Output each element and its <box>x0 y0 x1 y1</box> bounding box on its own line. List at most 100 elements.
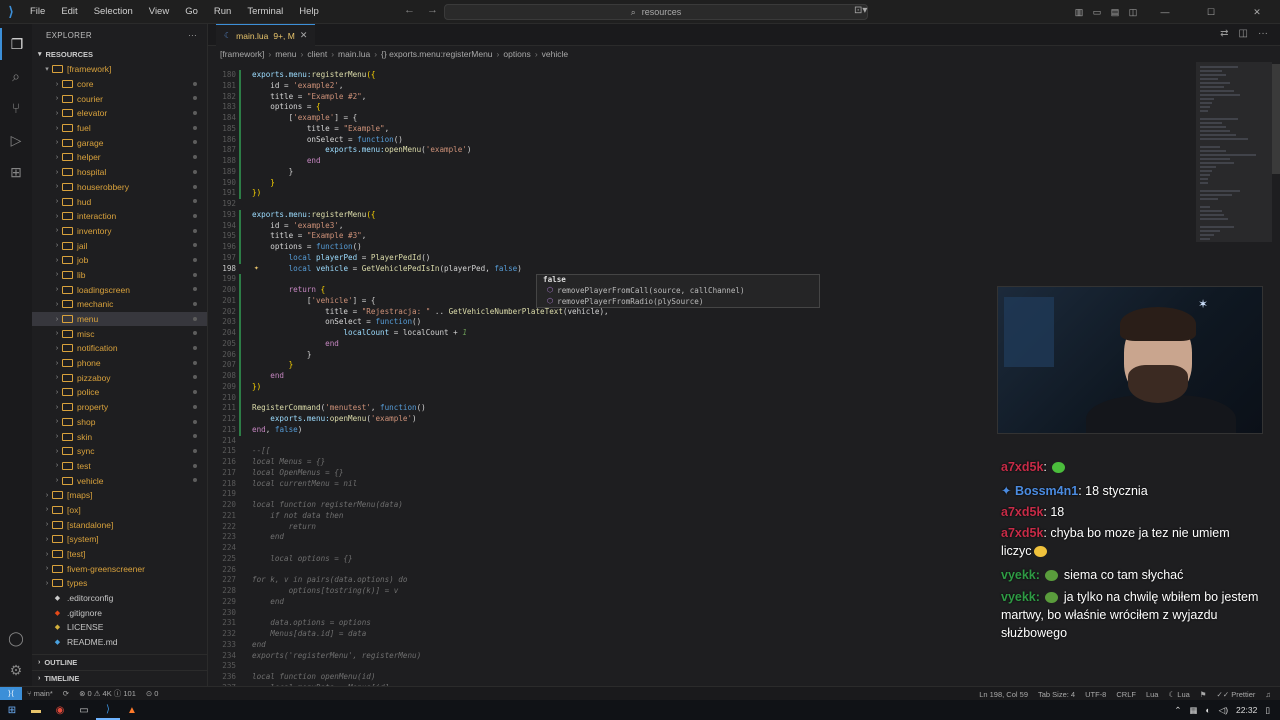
terminal-icon[interactable]: ▭ <box>72 700 96 720</box>
code-line[interactable]: }) <box>252 382 261 391</box>
suggest-item[interactable]: ⬡ removePlayerFromCall(source, callChann… <box>537 285 819 296</box>
code-line[interactable]: end <box>252 339 339 348</box>
copilot-icon[interactable]: ⊡▾ <box>854 5 874 19</box>
chat-username[interactable]: a7xd5k <box>1001 460 1043 474</box>
code-line[interactable]: return { <box>252 285 326 294</box>
run-debug-icon[interactable]: ▷ <box>0 124 32 156</box>
tree-folder[interactable]: › property <box>32 400 207 415</box>
back-arrow-icon[interactable]: ← <box>404 4 415 16</box>
chevron-up-icon[interactable]: ⌃ <box>1174 705 1181 716</box>
tree-file[interactable]: ◆ .editorconfig <box>32 591 207 606</box>
tree-folder[interactable]: › shop <box>32 415 207 430</box>
breadcrumb-item[interactable]: menu <box>275 49 296 59</box>
code-line[interactable]: title = "Example #2", <box>252 92 366 101</box>
tree-folder[interactable]: › [system] <box>32 532 207 547</box>
code-line[interactable]: --[[ <box>252 446 270 455</box>
chat-username[interactable]: a7xd5k <box>1001 526 1043 540</box>
split-editor-icon[interactable]: ◫ <box>1239 28 1248 39</box>
code-line[interactable]: options = { <box>252 102 320 111</box>
menu-file[interactable]: File <box>22 0 53 24</box>
tree-folder[interactable]: › [ox] <box>32 503 207 518</box>
code-line[interactable]: data.options = options <box>252 618 371 627</box>
forward-arrow-icon[interactable]: → <box>427 4 438 16</box>
tree-folder[interactable]: › lib <box>32 268 207 283</box>
tree-folder[interactable]: › mechanic <box>32 297 207 312</box>
tree-folder[interactable]: ▾ [framework] <box>32 62 207 77</box>
tree-folder[interactable]: › [maps] <box>32 488 207 503</box>
tree-folder[interactable]: › sync <box>32 444 207 459</box>
line-ending[interactable]: CRLF <box>1111 690 1141 699</box>
remote-icon[interactable]: ⟩⟨ <box>0 686 22 701</box>
more-actions-icon[interactable]: ··· <box>1258 28 1268 39</box>
breadcrumb-item[interactable]: options <box>503 49 530 59</box>
code-line[interactable]: ['vehicle'] = { <box>252 296 376 305</box>
tree-folder[interactable]: › skin <box>32 429 207 444</box>
code-line[interactable]: end <box>252 371 284 380</box>
tree-folder[interactable]: › houserobbery <box>32 180 207 195</box>
tree-folder[interactable]: › core <box>32 77 207 92</box>
layout-sidebar-icon[interactable]: ▥ <box>1070 7 1088 18</box>
source-control-icon[interactable]: ⑂ <box>0 92 32 124</box>
tree-folder[interactable]: › job <box>32 253 207 268</box>
code-line[interactable]: end <box>252 532 284 541</box>
code-line[interactable]: if not data then <box>252 511 343 520</box>
chat-username[interactable]: vyekk <box>1001 590 1036 604</box>
tree-folder[interactable]: › helper <box>32 150 207 165</box>
tree-folder[interactable]: › misc <box>32 326 207 341</box>
tree-folder[interactable]: › hospital <box>32 165 207 180</box>
code-line[interactable]: } <box>252 350 312 359</box>
encoding[interactable]: UTF-8 <box>1080 690 1111 699</box>
tree-folder[interactable]: › vehicle <box>32 473 207 488</box>
tree-folder[interactable]: › pizzaboy <box>32 370 207 385</box>
code-line[interactable]: exports('registerMenu', registerMenu) <box>252 651 421 660</box>
tree-folder[interactable]: › loadingscreen <box>32 282 207 297</box>
file-explorer-icon[interactable]: ▬ <box>24 700 48 720</box>
menu-terminal[interactable]: Terminal <box>239 0 291 24</box>
code-line[interactable]: exports.menu:openMenu('example') <box>252 414 416 423</box>
timeline-section[interactable]: › TIMELINE <box>32 670 207 686</box>
more-actions-icon[interactable]: ··· <box>188 31 197 40</box>
chat-username[interactable]: vyekk <box>1001 568 1036 582</box>
tree-folder[interactable]: › menu <box>32 311 207 327</box>
tree-folder[interactable]: › courier <box>32 91 207 106</box>
code-line[interactable]: }) <box>252 188 261 197</box>
menu-help[interactable]: Help <box>291 0 327 24</box>
settings-gear-icon[interactable]: ⚙ <box>0 654 32 686</box>
scrollbar-thumb[interactable] <box>1272 64 1280 174</box>
code-line[interactable]: } <box>252 360 294 369</box>
menu-edit[interactable]: Edit <box>53 0 85 24</box>
code-line[interactable]: local OpenMenus = {} <box>252 468 343 477</box>
outline-section[interactable]: › OUTLINE <box>32 654 207 670</box>
tree-folder[interactable]: › elevator <box>32 106 207 121</box>
code-line[interactable]: exports.menu:openMenu('example') <box>252 145 471 154</box>
code-line[interactable]: } <box>252 178 275 187</box>
app-tray-icon[interactable]: ◐ <box>1206 705 1211 715</box>
code-line[interactable]: local currentMenu = nil <box>252 479 357 488</box>
layout-secondary-icon[interactable]: ▤ <box>1106 7 1124 18</box>
tree-folder[interactable]: › fuel <box>32 121 207 136</box>
code-line[interactable]: return <box>252 522 316 531</box>
tree-file[interactable]: ◆ .gitignore <box>32 605 207 620</box>
obs-icon[interactable]: ▲ <box>120 700 144 720</box>
code-line[interactable]: onSelect = function() <box>252 317 421 326</box>
tree-folder[interactable]: › types <box>32 576 207 591</box>
notification-center-icon[interactable]: ▯ <box>1265 705 1270 716</box>
code-line[interactable]: ['example'] = { <box>252 113 358 122</box>
prettier-status[interactable]: ✓✓ Prettier <box>1212 690 1261 699</box>
chat-username[interactable]: a7xd5k <box>1001 505 1043 519</box>
extensions-icon[interactable]: ⊞ <box>0 156 32 188</box>
speaker-icon[interactable]: ◁) <box>1219 705 1228 716</box>
breadcrumb-item[interactable]: [framework] <box>220 49 264 59</box>
tree-folder[interactable]: › phone <box>32 356 207 371</box>
language-mode[interactable]: Lua <box>1141 690 1164 699</box>
branch-status[interactable]: ⑂ main* <box>22 689 58 698</box>
tree-folder[interactable]: › [standalone] <box>32 517 207 532</box>
problems-status[interactable]: ⊗ 0 ⚠ 4K ⓘ 101 <box>74 688 141 699</box>
cursor-position[interactable]: Ln 198, Col 59 <box>974 690 1033 699</box>
tab-main-lua[interactable]: ☾ main.lua 9+, M ✕ <box>216 24 316 46</box>
maximize-icon[interactable]: ☐ <box>1188 7 1234 18</box>
layout-custom-icon[interactable]: ◫ <box>1124 7 1142 18</box>
bell-icon[interactable]: ♫ <box>1260 690 1276 699</box>
breadcrumb-item[interactable]: vehicle <box>542 49 568 59</box>
tab-size[interactable]: Tab Size: 4 <box>1033 690 1080 699</box>
